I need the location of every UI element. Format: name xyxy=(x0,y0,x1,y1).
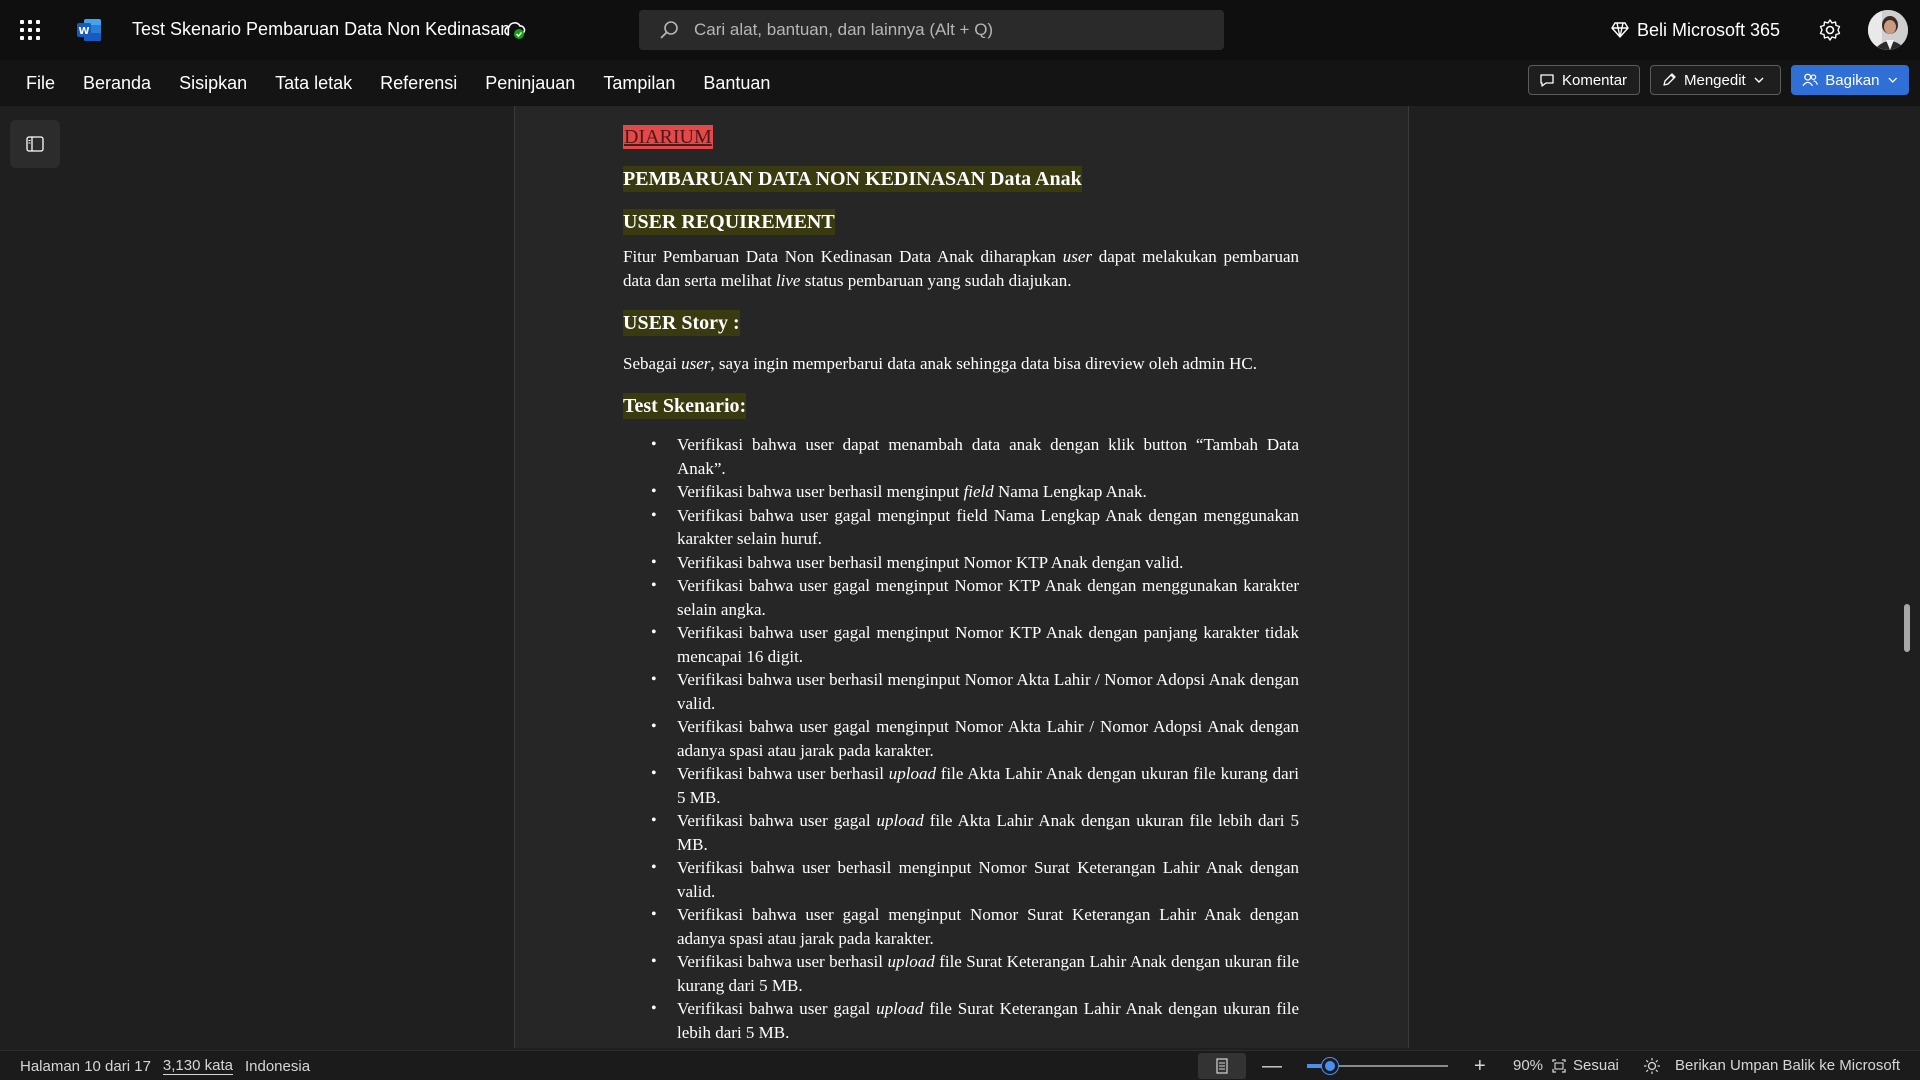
tab-referensi[interactable]: Referensi xyxy=(366,60,471,106)
tab-tata-letak[interactable]: Tata letak xyxy=(261,60,366,106)
tab-tampilan[interactable]: Tampilan xyxy=(589,60,689,106)
settings-gear-icon[interactable] xyxy=(1818,18,1842,42)
list-item: Verifikasi bahwa user berhasil upload fi… xyxy=(651,950,1299,997)
document-view-icon xyxy=(1216,1058,1228,1074)
ribbon-tabs: File Beranda Sisipkan Tata letak Referen… xyxy=(12,60,784,106)
list-item: Verifikasi bahwa user gagal menginput No… xyxy=(651,621,1299,668)
page-count[interactable]: Halaman 10 dari 17 xyxy=(20,1058,151,1075)
search-icon xyxy=(660,21,678,39)
editing-mode-button[interactable]: Mengedit xyxy=(1650,65,1781,95)
requirement-paragraph: Fitur Pembaruan Data Non Kedinasan Data … xyxy=(623,247,1300,290)
feedback-button[interactable]: Berikan Umpan Balik ke Microsoft xyxy=(1643,1051,1900,1080)
heading-user-story: USER Story : xyxy=(623,310,740,336)
tab-beranda[interactable]: Beranda xyxy=(69,60,165,106)
tab-peninjauan[interactable]: Peninjauan xyxy=(471,60,589,106)
navigation-pane-button[interactable] xyxy=(10,120,60,168)
story-paragraph: Sebagai user, saya ingin memperbarui dat… xyxy=(623,354,1258,373)
navigation-pane-icon xyxy=(26,136,44,152)
comment-label: Komentar xyxy=(1562,71,1628,89)
comment-button[interactable]: Komentar xyxy=(1528,65,1640,95)
list-item: Verifikasi bahwa user berhasil menginput… xyxy=(651,480,1299,504)
cloud-saved-icon[interactable] xyxy=(504,20,526,40)
scenario-list: Verifikasi bahwa user dapat menambah dat… xyxy=(623,433,1299,1044)
comment-icon xyxy=(1540,74,1554,87)
fit-button[interactable]: Sesuai xyxy=(1551,1051,1619,1080)
tab-file[interactable]: File xyxy=(12,60,69,106)
zoom-out-button[interactable]: — xyxy=(1262,1053,1282,1079)
list-item: Verifikasi bahwa user gagal upload file … xyxy=(651,809,1299,856)
heading-user-requirement: USER REQUIREMENT xyxy=(623,209,835,235)
list-item: Verifikasi bahwa user berhasil menginput… xyxy=(651,551,1299,575)
tab-bantuan[interactable]: Bantuan xyxy=(689,60,784,106)
buy-label: Beli Microsoft 365 xyxy=(1637,19,1781,40)
document-body[interactable]: DIARIUM PEMBARUAN DATA NON KEDINASAN Dat… xyxy=(623,122,1299,1044)
tab-sisipkan[interactable]: Sisipkan xyxy=(165,60,261,106)
word-count[interactable]: 3,130 kata xyxy=(162,1057,233,1075)
diamond-icon xyxy=(1611,22,1629,39)
editing-mode-label: Mengedit xyxy=(1684,71,1746,89)
search-input[interactable]: Cari alat, bantuan, dan lainnya (Alt + Q… xyxy=(639,10,1224,50)
zoom-slider-thumb[interactable] xyxy=(1321,1058,1338,1074)
share-label: Bagikan xyxy=(1825,71,1880,89)
heading-test-scenario: Test Skenario: xyxy=(623,393,747,419)
list-item: Verifikasi bahwa user gagal menginput fi… xyxy=(651,504,1299,551)
vertical-scrollbar[interactable] xyxy=(1904,604,1910,652)
status-bar: Halaman 10 dari 17 3,130 kata Indonesia … xyxy=(0,1050,1920,1080)
search-placeholder: Cari alat, bantuan, dan lainnya (Alt + Q… xyxy=(694,20,994,39)
feedback-label: Berikan Umpan Balik ke Microsoft xyxy=(1675,1057,1901,1074)
list-item: Verifikasi bahwa user gagal menginput No… xyxy=(651,903,1299,950)
share-button[interactable]: Bagikan xyxy=(1791,65,1909,95)
chevron-down-icon xyxy=(1754,77,1764,83)
heading-main: PEMBARUAN DATA NON KEDINASAN Data Anak xyxy=(623,166,1082,192)
app-launcher-icon[interactable] xyxy=(18,18,42,42)
word-icon[interactable]: W xyxy=(76,17,102,43)
user-avatar[interactable] xyxy=(1868,10,1908,50)
read-mode-button[interactable] xyxy=(1198,1053,1246,1079)
people-icon xyxy=(1802,73,1818,87)
chevron-down-icon xyxy=(1887,77,1897,83)
zoom-in-button[interactable]: + xyxy=(1474,1053,1486,1079)
brightness-icon xyxy=(1644,1058,1660,1074)
svg-text:W: W xyxy=(78,26,89,37)
fit-label: Sesuai xyxy=(1573,1057,1619,1074)
fit-icon xyxy=(1552,1059,1566,1073)
title-bar: W Test Skenario Pembaruan Data Non Kedin… xyxy=(0,0,1920,60)
list-item: Verifikasi bahwa user gagal menginput No… xyxy=(651,715,1299,762)
list-item: Verifikasi bahwa user berhasil upload fi… xyxy=(651,762,1299,809)
list-item: Verifikasi bahwa user gagal upload file … xyxy=(651,997,1299,1044)
language-indicator[interactable]: Indonesia xyxy=(245,1058,310,1075)
avatar-photo xyxy=(1868,10,1908,50)
document-title[interactable]: Test Skenario Pembaruan Data Non Kedinas… xyxy=(132,19,510,40)
pencil-icon xyxy=(1663,73,1676,86)
list-item: Verifikasi bahwa user dapat menambah dat… xyxy=(651,433,1299,480)
buy-microsoft-365-link[interactable]: Beli Microsoft 365 xyxy=(1611,17,1780,43)
list-item: Verifikasi bahwa user berhasil menginput… xyxy=(651,856,1299,903)
heading-diarium: DIARIUM xyxy=(623,125,713,149)
zoom-percentage[interactable]: 90% xyxy=(1513,1051,1543,1080)
list-item: Verifikasi bahwa user berhasil menginput… xyxy=(651,668,1299,715)
list-item: Verifikasi bahwa user gagal menginput No… xyxy=(651,574,1299,621)
document-page[interactable]: DIARIUM PEMBARUAN DATA NON KEDINASAN Dat… xyxy=(514,106,1409,1048)
